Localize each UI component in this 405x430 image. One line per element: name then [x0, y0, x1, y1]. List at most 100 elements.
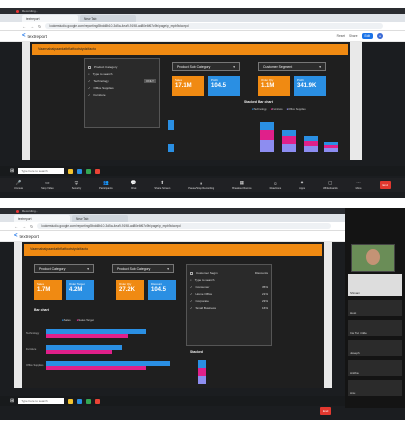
taskbar-search[interactable]: Type here to search [18, 168, 65, 174]
legend-item: ■Furniture [270, 108, 283, 111]
bottom-screenshot: Recording... textreport New Tab ← → ↻ lo… [0, 208, 405, 420]
participants-button[interactable]: 👥 Participants [99, 180, 113, 190]
share-screen-button[interactable]: ⬆ Share Screen [154, 180, 170, 190]
only-button[interactable]: ONLY [144, 79, 156, 83]
checkbox[interactable] [190, 271, 193, 275]
security-button[interactable]: ⛨ Security [72, 181, 81, 190]
forward-icon[interactable]: → [22, 224, 26, 229]
participants-panel: Shivani Host Ins Tut i tilde Joseph Anit… [345, 208, 405, 408]
tab-textreport[interactable]: textreport [22, 15, 78, 22]
participant-tile[interactable]: Ins Tut i tilde [348, 320, 402, 336]
whiteboards-button[interactable]: ▢ Whiteboards [323, 180, 338, 190]
recording-label: Recording... [22, 209, 39, 213]
more-button[interactable]: ⋯ More [356, 180, 362, 190]
tab-new[interactable]: New Tab [80, 15, 136, 22]
dropdown-header[interactable]: Customer Segm Discounts [190, 271, 268, 275]
recording-button[interactable]: ⏸ Pause/Stop Recording [188, 181, 214, 190]
chat-button[interactable]: 💬 Chat [131, 180, 137, 190]
back-icon[interactable]: ← [22, 24, 26, 29]
app-icon[interactable] [86, 398, 92, 404]
category-label: Technology [26, 332, 40, 335]
app-icon[interactable] [95, 398, 101, 404]
end-button[interactable]: End [320, 407, 332, 415]
windows-icon[interactable]: ⊞ [10, 168, 14, 174]
dropdown-option[interactable]: ✓ Small Business 16% [190, 306, 268, 310]
apps-button[interactable]: ✦ Apps [299, 180, 305, 190]
more-icon: ⋯ [356, 180, 361, 185]
app-icon[interactable] [95, 168, 101, 174]
participant-tile[interactable]: Shivani [348, 274, 402, 296]
option-value: 35% [261, 285, 268, 289]
url-text: lookerstudio.google.com/reporting/8bdd8b… [41, 224, 181, 228]
apps-icon: ✦ [300, 180, 305, 185]
tab-textreport[interactable]: textreport [14, 215, 70, 222]
dropdown-option[interactable]: ✓ Office Supplies [88, 86, 156, 90]
reset-button[interactable]: Reset [337, 34, 345, 38]
dropdown-option[interactable]: ✓ Corporate 23% [190, 299, 268, 303]
legend-label: Sales Target [78, 318, 94, 322]
address-bar: ← → ↻ lookerstudio.google.com/reporting/… [0, 222, 345, 231]
filter-product-subcategory[interactable]: Product Sub Category ▾ [112, 264, 174, 273]
report-canvas: Vaarnabaipaardatbflatfootstydzifacto Pro… [22, 42, 362, 160]
dropdown-option[interactable]: ✓ Consumer 35% [190, 285, 268, 289]
filter-customer-segment[interactable]: Customer Segment ▾ [258, 62, 326, 71]
stack-3 [304, 136, 318, 152]
kpi-value: 341.9K [297, 83, 317, 89]
looker-logo-icon: < [14, 233, 18, 239]
reload-icon[interactable]: ↻ [30, 224, 33, 229]
reactions-button[interactable]: ☺ Reactions [270, 181, 282, 190]
participant-tile[interactable]: Host [348, 300, 402, 316]
microphone-icon: 🎤 [15, 180, 22, 185]
avatar[interactable]: ● [377, 33, 383, 39]
checkbox[interactable] [88, 65, 91, 69]
participant-name: Shivani [350, 291, 360, 295]
reload-icon[interactable]: ↻ [38, 24, 41, 29]
dropdown-search[interactable]: ⌕ Type to search [190, 278, 268, 282]
dropdown-option[interactable]: ✓ Furniture [88, 93, 156, 97]
share-button[interactable]: Share [349, 34, 358, 38]
unmute-button[interactable]: 🎤 Unmute [14, 180, 23, 190]
edit-button[interactable]: Edit [361, 33, 373, 39]
report-banner: Vaarnabaipaardatbflatfootstydzifacto [24, 244, 322, 256]
control-label: Whiteboards [323, 187, 338, 190]
control-label: Chat [130, 187, 137, 190]
end-button[interactable]: End [379, 181, 391, 189]
participant-video[interactable] [351, 244, 395, 272]
kpi-card: Sales 17.1M [172, 76, 204, 96]
stacked-legend: ■Technology ■Furniture ■Office Supplies [252, 108, 306, 111]
shield-icon: ⛨ [74, 180, 79, 186]
url-field[interactable]: lookerstudio.google.com/reporting/8bdd8b… [37, 223, 331, 229]
url-field[interactable]: lookerstudio.google.com/reporting/8bdd8b… [45, 23, 383, 29]
control-label: Reactions [269, 186, 282, 190]
legend-label: Technology [253, 108, 267, 111]
dropdown-option[interactable]: ✓ Technology ONLY [88, 79, 156, 83]
report-page: Vaarnabaipaardatbflatfootstydzifacto Pro… [22, 242, 324, 388]
filter-product-category[interactable]: Product Category ▾ [34, 264, 94, 273]
windows-icon[interactable]: ⊞ [10, 398, 14, 404]
looker-logo-icon: < [22, 33, 26, 39]
check-icon: ✓ [88, 86, 91, 90]
dropdown-header[interactable]: Product Category [88, 65, 156, 69]
app-icon[interactable] [86, 168, 92, 174]
dropdown-search[interactable]: ⌕ Type to search [88, 72, 156, 76]
kpi-label: Order Target [69, 282, 85, 286]
participant-tile[interactable]: Anu [348, 380, 402, 396]
app-icon[interactable] [68, 168, 74, 174]
participant-tile[interactable]: Anitha [348, 360, 402, 376]
tab-new[interactable]: New Tab [72, 215, 128, 222]
filter-product-subcategory[interactable]: Product Sub Category ▾ [172, 62, 240, 71]
app-icon[interactable] [68, 398, 74, 404]
taskbar-search[interactable]: Type here to search [18, 398, 65, 404]
dropdown-option[interactable]: ✓ Home Office 21% [190, 292, 268, 296]
stop-video-button[interactable]: ▭ Stop Video [41, 180, 54, 190]
back-icon[interactable]: ← [14, 224, 18, 229]
app-icon[interactable] [77, 398, 83, 404]
app-icon[interactable] [77, 168, 83, 174]
bar-legend: ■Sales ■Sales Target [62, 318, 94, 322]
breakout-button[interactable]: ▦ Breakout Rooms [232, 180, 251, 190]
legend-label: Furniture [272, 108, 283, 111]
check-icon: ✓ [88, 93, 91, 97]
participant-tile[interactable]: Joseph [348, 340, 402, 356]
forward-icon[interactable]: → [30, 24, 34, 29]
kpi-label: Order Qty [119, 282, 132, 286]
